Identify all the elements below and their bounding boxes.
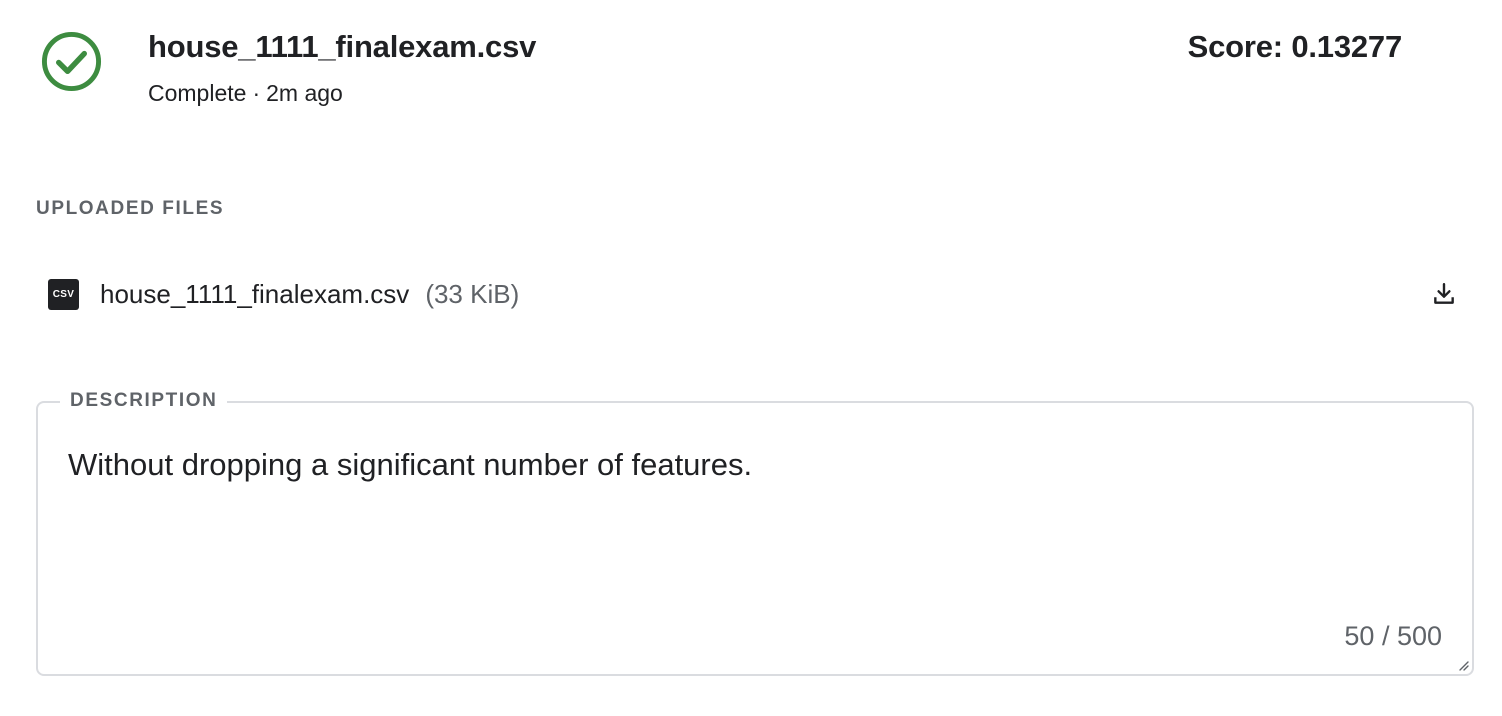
submission-score: Score: 0.13277 (1187, 29, 1403, 64)
uploaded-files-heading: UPLOADED FILES (36, 198, 225, 219)
file-row: CSV house_1111_finalexam.csv (33 KiB) (48, 272, 1462, 316)
file-name: house_1111_finalexam.csv (100, 278, 410, 309)
description-label: DESCRIPTION (60, 390, 228, 412)
check-circle-icon (40, 30, 103, 93)
resize-handle-icon[interactable] (1454, 656, 1470, 672)
description-input[interactable]: Without dropping a significant number of… (68, 447, 752, 483)
description-field[interactable]: DESCRIPTION Without dropping a significa… (36, 390, 1474, 676)
submission-file-name: house_1111_finalexam.csv (148, 29, 537, 64)
csv-file-icon: CSV (48, 278, 79, 310)
status-text: Complete (148, 80, 247, 106)
download-icon (1434, 283, 1454, 304)
submission-page: house_1111_finalexam.csv Complete · 2m ago… (0, 0, 1502, 716)
download-button[interactable] (1428, 278, 1460, 310)
submission-status: Complete · 2m ago (148, 80, 343, 107)
submission-time: 2m ago (266, 80, 343, 106)
file-size: (33 KiB) (425, 278, 520, 309)
meta-separator: · (252, 80, 261, 106)
character-counter: 50 / 500 (1344, 621, 1442, 651)
